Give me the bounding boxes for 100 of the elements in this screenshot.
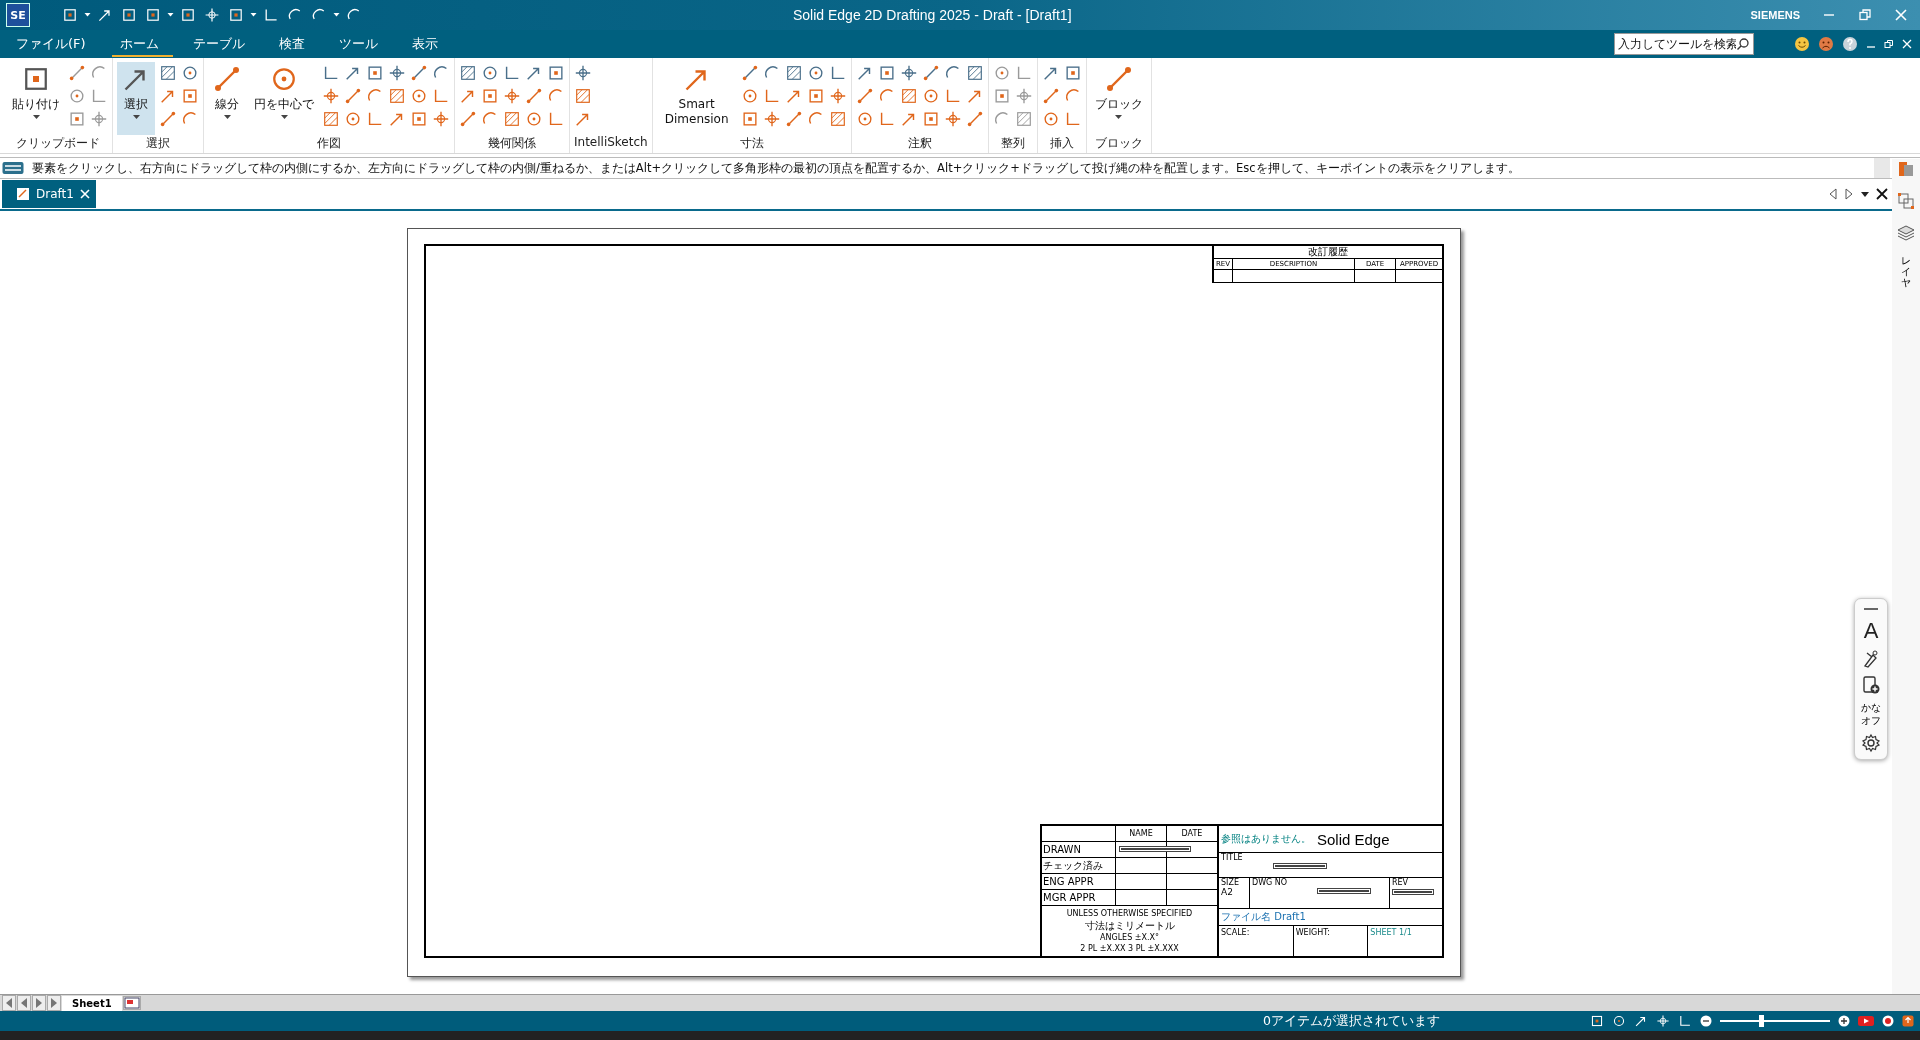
layers-tab[interactable]: レイヤ: [1901, 255, 1911, 288]
crosshair-icon[interactable]: [90, 110, 108, 128]
crosshair-icon[interactable]: [432, 110, 450, 128]
menu-tab[interactable]: ホーム: [111, 31, 173, 57]
ribbon-button[interactable]: 円を中心で: [250, 62, 318, 135]
hatch-icon[interactable]: [322, 110, 340, 128]
corner-icon[interactable]: [432, 87, 450, 105]
square-icon[interactable]: [806, 87, 825, 105]
help-icon[interactable]: [1842, 36, 1858, 52]
line-icon[interactable]: [159, 110, 177, 128]
document-tab[interactable]: Draft1: [2, 180, 96, 208]
corner-icon[interactable]: [503, 64, 521, 82]
line-icon[interactable]: [525, 87, 543, 105]
circle-icon[interactable]: [181, 64, 199, 82]
kana-toggle[interactable]: かなオフ: [1861, 701, 1881, 727]
add-sheet-icon[interactable]: [122, 996, 141, 1010]
ribbon-button[interactable]: ブロック: [1090, 62, 1147, 135]
sheet-tab[interactable]: Sheet1: [62, 995, 122, 1011]
crosshair-icon[interactable]: [322, 87, 340, 105]
hatch-icon[interactable]: [828, 110, 847, 128]
corner-icon[interactable]: [547, 110, 565, 128]
hatch-icon[interactable]: [503, 110, 521, 128]
hatch-icon[interactable]: [459, 64, 477, 82]
library-icon[interactable]: [1896, 159, 1916, 179]
line-icon[interactable]: [855, 87, 874, 105]
circle-icon[interactable]: [525, 110, 543, 128]
square-icon[interactable]: [877, 64, 896, 82]
line-icon[interactable]: [344, 87, 362, 105]
corner-icon[interactable]: [90, 87, 108, 105]
circle-icon[interactable]: [68, 87, 86, 105]
collapse-icon[interactable]: [1862, 605, 1880, 613]
line-icon[interactable]: [740, 64, 759, 82]
right-arrow-icon[interactable]: [1844, 188, 1854, 200]
line-icon[interactable]: [784, 110, 803, 128]
keyboard-icon[interactable]: [2, 161, 24, 175]
zoom-out-icon[interactable]: [1700, 1015, 1712, 1027]
close-icon[interactable]: [1876, 188, 1888, 200]
hatch-icon[interactable]: [574, 87, 592, 105]
record-icon[interactable]: [1882, 1015, 1894, 1027]
restore-icon[interactable]: [1858, 8, 1872, 22]
menu-tab[interactable]: 表示: [403, 31, 452, 57]
line-icon[interactable]: [965, 110, 984, 128]
pen-icon[interactable]: [1861, 649, 1881, 669]
circle-icon[interactable]: [410, 87, 428, 105]
square-icon[interactable]: [121, 7, 137, 23]
square-icon[interactable]: [1063, 64, 1082, 82]
square-icon[interactable]: [62, 7, 78, 23]
export-icon[interactable]: [1902, 1015, 1914, 1027]
zoom-in-icon[interactable]: [1838, 1015, 1850, 1027]
crosshair-icon[interactable]: [503, 87, 521, 105]
circle-icon[interactable]: [1612, 1014, 1626, 1028]
hatch-icon[interactable]: [388, 87, 406, 105]
restore-icon[interactable]: [1884, 39, 1894, 49]
crosshair-icon[interactable]: [762, 110, 781, 128]
crosshair-icon[interactable]: [1014, 87, 1033, 105]
crosshair-icon[interactable]: [574, 64, 592, 82]
square-icon[interactable]: [145, 7, 161, 23]
select-box-icon[interactable]: [1896, 191, 1916, 211]
corner-icon[interactable]: [263, 7, 279, 23]
hatch-icon[interactable]: [965, 64, 984, 82]
corner-icon[interactable]: [1678, 1014, 1692, 1028]
square-icon[interactable]: [547, 64, 565, 82]
square-icon[interactable]: [410, 110, 428, 128]
hatch-icon[interactable]: [1014, 110, 1033, 128]
line-icon[interactable]: [459, 110, 477, 128]
menu-tab[interactable]: 検査: [270, 31, 319, 57]
ribbon-button[interactable]: Smart Dimension: [656, 62, 737, 135]
search-icon[interactable]: [1736, 37, 1750, 51]
font-button[interactable]: A: [1863, 619, 1879, 643]
square-icon[interactable]: [740, 110, 759, 128]
arrow-icon[interactable]: [97, 7, 113, 23]
settings-icon[interactable]: [1861, 733, 1881, 753]
hatch-icon[interactable]: [784, 64, 803, 82]
line-icon[interactable]: [921, 64, 940, 82]
video-icon[interactable]: [1858, 1015, 1874, 1027]
zoom-slider-thumb[interactable]: [1758, 1015, 1764, 1027]
ribbon-button[interactable]: 貼り付け: [8, 62, 64, 135]
menu-tab[interactable]: ツール: [330, 31, 392, 57]
square-icon[interactable]: [1590, 1014, 1604, 1028]
menu-tab[interactable]: ファイル(F): [8, 31, 100, 57]
hatch-icon[interactable]: [899, 87, 918, 105]
crosshair-icon[interactable]: [388, 64, 406, 82]
square-icon[interactable]: [228, 7, 244, 23]
crosshair-icon[interactable]: [943, 110, 962, 128]
crosshair-icon[interactable]: [899, 64, 918, 82]
square-icon[interactable]: [180, 7, 196, 23]
square-icon[interactable]: [181, 87, 199, 105]
circle-icon[interactable]: [481, 64, 499, 82]
square-icon[interactable]: [366, 64, 384, 82]
hatch-icon[interactable]: [159, 64, 177, 82]
menu-tab[interactable]: テーブル: [184, 31, 259, 57]
add-document-icon[interactable]: [1861, 675, 1881, 695]
line-icon[interactable]: [410, 64, 428, 82]
frown-icon[interactable]: [1818, 36, 1834, 52]
arrow-icon[interactable]: [1634, 1014, 1648, 1028]
line-icon[interactable]: [1041, 87, 1060, 105]
corner-icon[interactable]: [322, 64, 340, 82]
circle-icon[interactable]: [344, 110, 362, 128]
crosshair-icon[interactable]: [828, 87, 847, 105]
left-arrow-icon[interactable]: [1828, 188, 1838, 200]
